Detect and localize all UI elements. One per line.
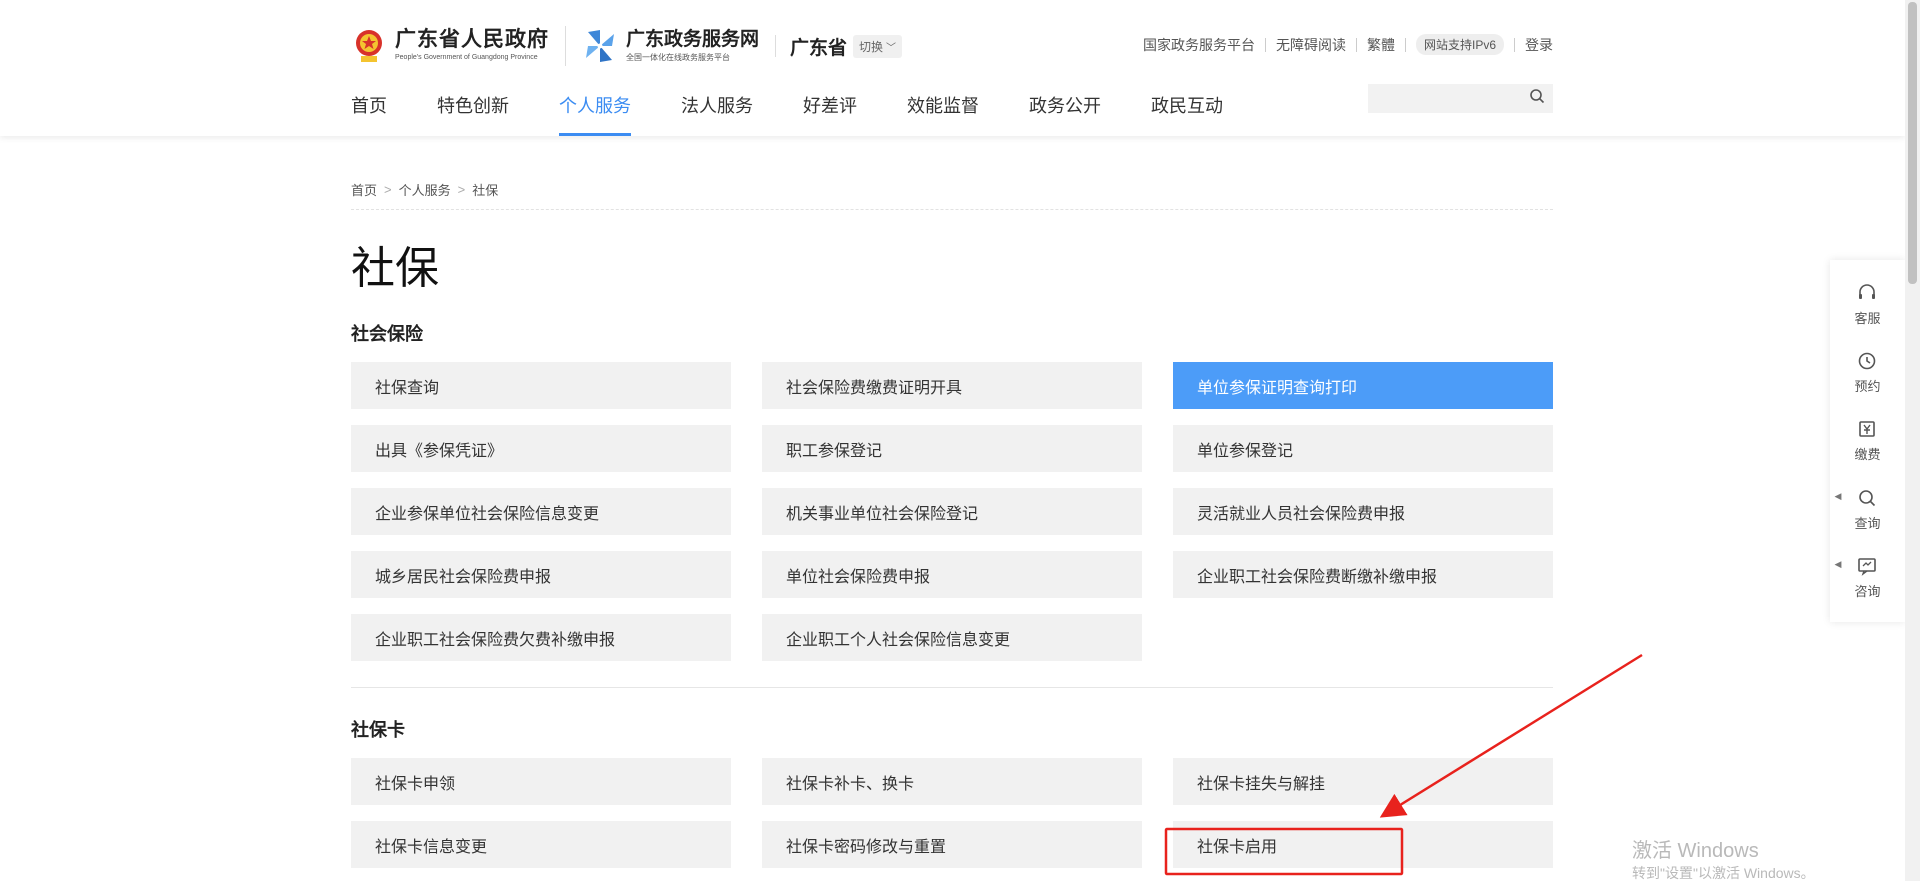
nav-featured-innovation[interactable]: 特色创新 xyxy=(437,92,509,136)
caret-left-icon: ◀ xyxy=(1834,559,1842,570)
gov-subtitle: People's Government of Guangdong Provinc… xyxy=(395,54,538,61)
chat-icon xyxy=(1858,558,1877,577)
service-tile[interactable]: 企业职工社会保险费断缴补缴申报 xyxy=(1173,551,1553,598)
nav-corporate-services[interactable]: 法人服务 xyxy=(681,92,753,136)
gov-brand-text[interactable]: 广东省人民政府 People's Government of Guangdong… xyxy=(395,28,549,64)
breadcrumb-personal-services[interactable]: 个人服务 xyxy=(399,180,451,199)
section-divider xyxy=(351,687,1553,688)
portal-subtitle: 全国一体化在线政务服务平台 xyxy=(626,53,730,62)
watermark-line1: 激活 Windows xyxy=(1632,840,1759,862)
breadcrumb-home[interactable]: 首页 xyxy=(351,180,377,199)
service-tile[interactable]: 单位社会保险费申报 xyxy=(762,551,1142,598)
service-tile-highlighted[interactable]: 单位参保证明查询打印 xyxy=(1173,362,1553,409)
service-tile[interactable]: 单位参保登记 xyxy=(1173,425,1553,472)
windows-activation-watermark: 激活 Windows 转到"设置"以激活 Windows。 xyxy=(1632,840,1815,881)
float-consult[interactable]: ◀ 咨询 xyxy=(1834,555,1881,600)
nav-public-interaction[interactable]: 政民互动 xyxy=(1151,92,1223,136)
headset-icon xyxy=(1859,283,1876,299)
social-security-card-grid: 社保卡申领 社保卡补卡、换卡 社保卡挂失与解挂 社保卡信息变更 社保卡密码修改与… xyxy=(351,758,1553,868)
service-tile[interactable]: 城乡居民社会保险费申报 xyxy=(351,551,731,598)
portal-brand-text[interactable]: 广东政务服务网 全国一体化在线政务服务平台 xyxy=(626,28,759,64)
region-selector: 广东省 切换 ﹀ xyxy=(790,33,903,60)
breadcrumb-separator: > xyxy=(457,182,466,197)
chevron-down-icon: ﹀ xyxy=(886,42,897,54)
service-tile[interactable]: 机关事业单位社会保险登记 xyxy=(762,488,1142,535)
top-links: 国家政务服务平台 无障碍阅读 繁體 网站支持IPv6 登录 xyxy=(1143,34,1553,55)
search-icon[interactable] xyxy=(1529,88,1545,109)
main-nav: 首页 特色创新 个人服务 法人服务 好差评 效能监督 政务公开 政民互动 xyxy=(351,92,1273,136)
service-tile[interactable]: 企业职工个人社会保险信息变更 xyxy=(762,614,1142,661)
service-tile[interactable]: 社保卡补卡、换卡 xyxy=(762,758,1142,805)
link-national-platform[interactable]: 国家政务服务平台 xyxy=(1143,35,1255,55)
nav-efficiency-supervision[interactable]: 效能监督 xyxy=(907,92,979,136)
link-accessibility[interactable]: 无障碍阅读 xyxy=(1276,35,1346,55)
vertical-scrollbar[interactable] xyxy=(1905,0,1920,881)
ipv6-badge: 网站支持IPv6 xyxy=(1415,34,1504,55)
brand-divider xyxy=(565,26,566,66)
main-content: 首页 > 个人服务 > 社保 社保 社会保险 社保查询 社会保险费缴费证明开具 … xyxy=(351,136,1553,868)
region-divider xyxy=(775,35,777,57)
search-box xyxy=(1345,84,1553,113)
service-tile[interactable]: 社保卡申领 xyxy=(351,758,731,805)
portal-title: 广东政务服务网 xyxy=(626,29,760,50)
float-payment[interactable]: 缴费 xyxy=(1854,418,1881,463)
service-tile[interactable]: 社保查询 xyxy=(351,362,731,409)
breadcrumb: 首页 > 个人服务 > 社保 xyxy=(351,180,1553,210)
site-header: 广东省人民政府 People's Government of Guangdong… xyxy=(0,0,1905,136)
float-payment-label: 缴费 xyxy=(1854,447,1881,463)
breadcrumb-current: 社保 xyxy=(472,183,499,198)
social-insurance-grid: 社保查询 社会保险费缴费证明开具 单位参保证明查询打印 出具《参保凭证》 职工参… xyxy=(351,362,1553,661)
nav-home[interactable]: 首页 xyxy=(351,92,387,136)
float-query-label: 查询 xyxy=(1854,515,1881,531)
link-separator xyxy=(1264,37,1266,52)
float-query[interactable]: ◀ 查询 xyxy=(1834,487,1881,532)
region-switch-label: 切换 xyxy=(859,39,884,54)
service-tile[interactable]: 社保卡挂失与解挂 xyxy=(1173,758,1553,805)
section-title-social-security-card: 社保卡 xyxy=(351,720,405,740)
floating-toolbar: 客服 预约 缴费 ◀ 查询 ◀ 咨询 xyxy=(1830,260,1905,622)
region-switch-button[interactable]: 切换 ﹀ xyxy=(853,34,903,58)
link-traditional-chinese[interactable]: 繁體 xyxy=(1367,35,1395,55)
scrollbar-thumb[interactable] xyxy=(1908,2,1917,284)
gov-title: 广东省人民政府 xyxy=(395,28,549,51)
float-customer-service[interactable]: 客服 xyxy=(1854,282,1881,327)
caret-left-icon: ◀ xyxy=(1834,490,1842,501)
section-title-social-insurance: 社会保险 xyxy=(351,324,423,344)
service-tile[interactable]: 出具《参保凭证》 xyxy=(351,425,731,472)
header-inner: 广东省人民政府 People's Government of Guangdong… xyxy=(351,0,1553,136)
service-tile[interactable]: 企业参保单位社会保险信息变更 xyxy=(351,488,731,535)
float-appointment-label: 预约 xyxy=(1854,379,1881,395)
region-name: 广东省 xyxy=(790,37,848,59)
login-link[interactable]: 登录 xyxy=(1525,35,1553,55)
brand-area: 广东省人民政府 People's Government of Guangdong… xyxy=(351,22,903,70)
link-separator xyxy=(1404,37,1406,52)
yuan-icon xyxy=(1859,421,1876,438)
service-tile[interactable]: 职工参保登记 xyxy=(762,425,1142,472)
clock-icon xyxy=(1859,352,1876,370)
nav-government-disclosure[interactable]: 政务公开 xyxy=(1029,92,1101,136)
float-customer-service-label: 客服 xyxy=(1854,310,1881,326)
nav-evaluation[interactable]: 好差评 xyxy=(803,92,857,136)
breadcrumb-separator: > xyxy=(384,182,392,197)
link-separator xyxy=(1514,37,1515,52)
portal-pinwheel-icon[interactable] xyxy=(582,26,618,66)
float-appointment[interactable]: 预约 xyxy=(1854,350,1881,395)
service-tile[interactable]: 社会保险费缴费证明开具 xyxy=(762,362,1142,409)
search-input[interactable] xyxy=(1345,84,1529,113)
service-tile[interactable]: 社保卡信息变更 xyxy=(351,821,731,868)
link-separator xyxy=(1355,37,1357,52)
service-tile-card-activation[interactable]: 社保卡启用 xyxy=(1173,821,1553,868)
watermark-line2: 转到"设置"以激活 Windows。 xyxy=(1632,865,1815,881)
search-icon xyxy=(1859,490,1876,506)
page-title: 社保 xyxy=(351,244,439,293)
service-tile[interactable]: 灵活就业人员社会保险费申报 xyxy=(1173,488,1553,535)
service-tile[interactable]: 社保卡密码修改与重置 xyxy=(762,821,1142,868)
nav-personal-services[interactable]: 个人服务 xyxy=(559,92,631,136)
float-consult-label: 咨询 xyxy=(1854,584,1881,600)
service-tile[interactable]: 企业职工社会保险费欠费补缴申报 xyxy=(351,614,731,661)
national-emblem-icon[interactable] xyxy=(351,26,387,66)
